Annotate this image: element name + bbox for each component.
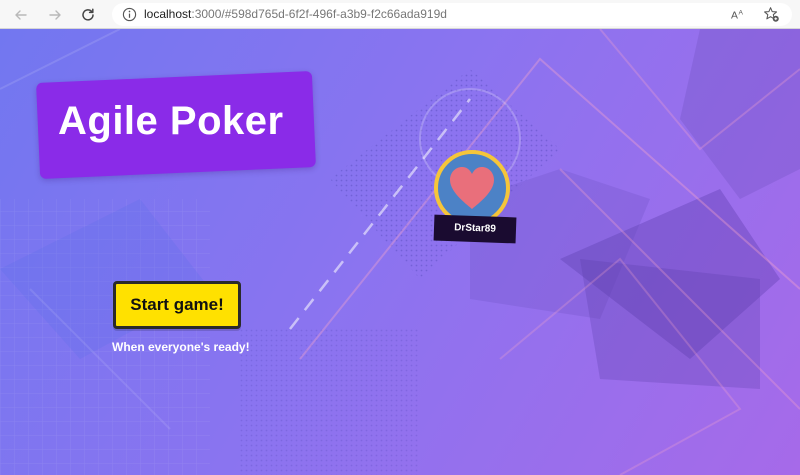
svg-text:A: A — [739, 10, 744, 17]
url-text[interactable]: localhost:3000/#598d765d-6f2f-496f-a3b9-… — [144, 7, 447, 22]
reload-icon — [82, 8, 94, 21]
browser-toolbar: localhost:3000/#598d765d-6f2f-496f-a3b9-… — [0, 0, 800, 29]
back-button[interactable] — [10, 4, 32, 26]
forward-button[interactable] — [44, 4, 66, 26]
forward-arrow-icon — [49, 10, 61, 20]
url-path: :3000/#598d765d-6f2f-496f-a3b9-f2c66ada9… — [191, 7, 447, 21]
start-game-button[interactable]: Start game! — [113, 281, 241, 329]
read-aloud-icon[interactable]: A A — [730, 6, 747, 23]
address-bar[interactable]: localhost:3000/#598d765d-6f2f-496f-a3b9-… — [112, 3, 792, 26]
player-card: DrStar89 — [432, 150, 518, 250]
game-lobby: Agile Poker DrStar89 Start game! When ev… — [0, 29, 800, 475]
reload-button[interactable] — [77, 4, 99, 26]
url-host: localhost — [144, 7, 192, 21]
favorites-icon[interactable] — [763, 6, 780, 23]
app-title: Agile Poker — [58, 99, 284, 143]
svg-text:A: A — [731, 10, 738, 21]
heart-icon — [450, 167, 494, 209]
info-icon[interactable] — [122, 7, 137, 22]
player-name: DrStar89 — [433, 214, 517, 244]
start-hint: When everyone's ready! — [112, 340, 250, 354]
back-arrow-icon — [15, 10, 27, 20]
